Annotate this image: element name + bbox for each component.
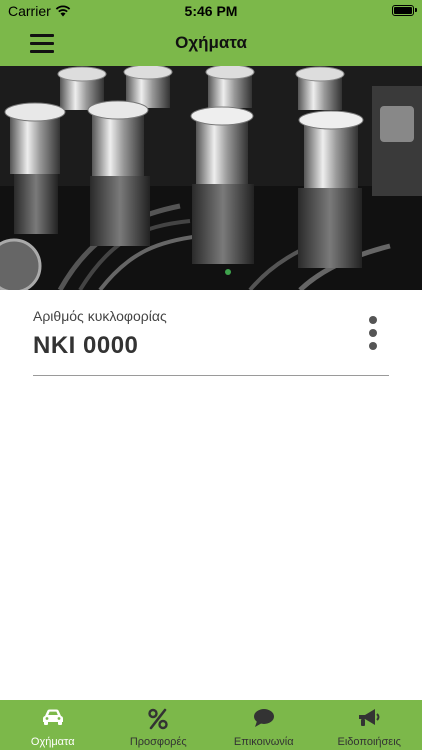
- megaphone-icon: [359, 709, 380, 726]
- tab-label: Ειδοποιήσεις: [337, 736, 401, 748]
- vertical-dots-icon[interactable]: [364, 316, 382, 350]
- engine-illustration: [0, 66, 422, 290]
- car-icon: [42, 709, 63, 725]
- tab-label: Προσφορές: [129, 736, 187, 748]
- tab-offers[interactable]: Προσφορές: [106, 700, 212, 750]
- page-title: Οχήματα: [175, 33, 247, 52]
- tab-label: Επικοινωνία: [233, 736, 294, 748]
- tab-contact[interactable]: Επικοινωνία: [211, 700, 317, 750]
- battery-icon: [392, 5, 417, 16]
- tab-bar: Οχήματα Προσφορές Επικοινωνία Ειδοποιήσε…: [0, 700, 422, 750]
- chat-bubble-icon: [253, 709, 274, 727]
- tab-label: Οχήματα: [30, 736, 75, 748]
- tab-notifications[interactable]: Ειδοποιήσεις: [317, 700, 422, 750]
- plate-label: Αριθμός κυκλοφορίας: [33, 308, 167, 324]
- plate-number: NKI 0000: [33, 332, 139, 359]
- navigation-bar: Οχήματα: [0, 22, 422, 66]
- percent-icon: [148, 708, 168, 730]
- tab-vehicles[interactable]: Οχήματα: [0, 700, 106, 750]
- divider: [33, 375, 389, 376]
- status-time: 5:46 PM: [184, 3, 238, 19]
- engine-photo: [0, 66, 422, 290]
- status-bar: Carrier 5:46 PM: [0, 0, 422, 22]
